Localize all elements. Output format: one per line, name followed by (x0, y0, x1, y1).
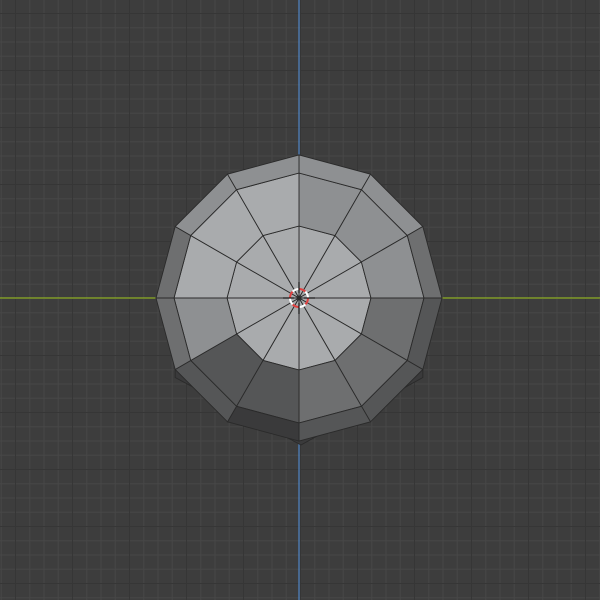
3d-viewport[interactable] (0, 0, 600, 600)
viewport-scene[interactable] (0, 0, 600, 600)
origin-dot-icon[interactable] (296, 295, 302, 301)
